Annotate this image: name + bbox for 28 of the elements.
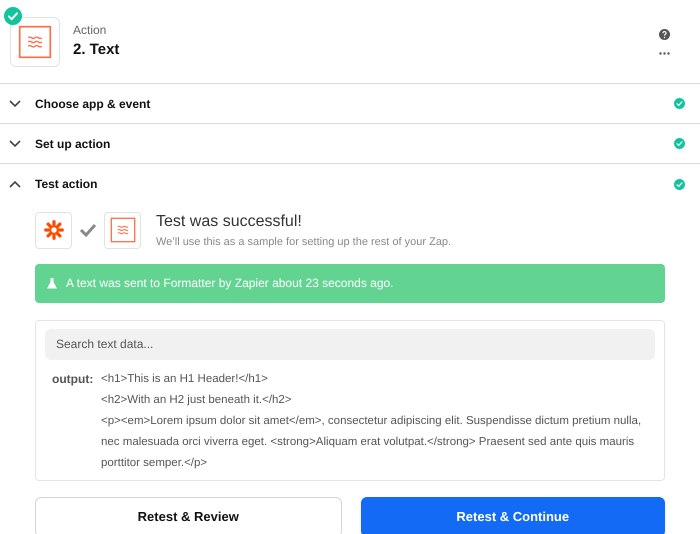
section-header[interactable]: Set up action: [0, 124, 700, 164]
step-title: 2. Text: [73, 40, 120, 60]
success-description: We’ll use this as a sample for setting up the rest of your Zap.: [156, 235, 452, 250]
output-line: <h2>With an H2 just beneath it.</h2>: [101, 392, 293, 408]
help-icon[interactable]: [659, 28, 670, 40]
section-header[interactable]: Choose app & event: [0, 84, 700, 124]
more-options-icon[interactable]: [659, 52, 670, 54]
search-field[interactable]: Search text data...: [45, 328, 655, 360]
output-label: output:: [52, 370, 94, 388]
section-title: Set up action: [35, 136, 110, 152]
banner-text: A text was sent to Formatter by Zapier about 23 seconds ago.: [66, 275, 394, 292]
success-title: Test was successful!: [156, 212, 303, 232]
checkmark-icon: [79, 223, 97, 238]
waves-icon: [110, 217, 136, 244]
section-header[interactable]: Test action: [0, 164, 700, 204]
step-type-label: Action: [73, 22, 108, 40]
review-button[interactable]: Retest & Review: [35, 496, 342, 534]
section-title: Test action: [35, 176, 98, 193]
chevron-down-icon: [9, 140, 21, 148]
continue-button[interactable]: Retest & Continue: [360, 496, 665, 534]
chevron-down-icon: [9, 100, 21, 108]
output-line: <p><em>Lorem ipsum dolor sit amet</em>, consectetur adipiscing elit. Suspendisse dictum pretium nulla, nec malesuada orci viverra eget. <strong>Aliquam erat volutpat.</strong> Praesent sed ante quis mauris porttitor semper.</p>: [101, 414, 642, 470]
chevron-up-icon: [9, 180, 21, 188]
waves-icon: [18, 24, 52, 58]
asterisk-icon: [42, 219, 64, 242]
section-title: Choose app & event: [35, 96, 150, 112]
output-line: <h1>This is an H1 Header!</h1>: [101, 372, 269, 386]
flask-icon: [47, 278, 57, 288]
